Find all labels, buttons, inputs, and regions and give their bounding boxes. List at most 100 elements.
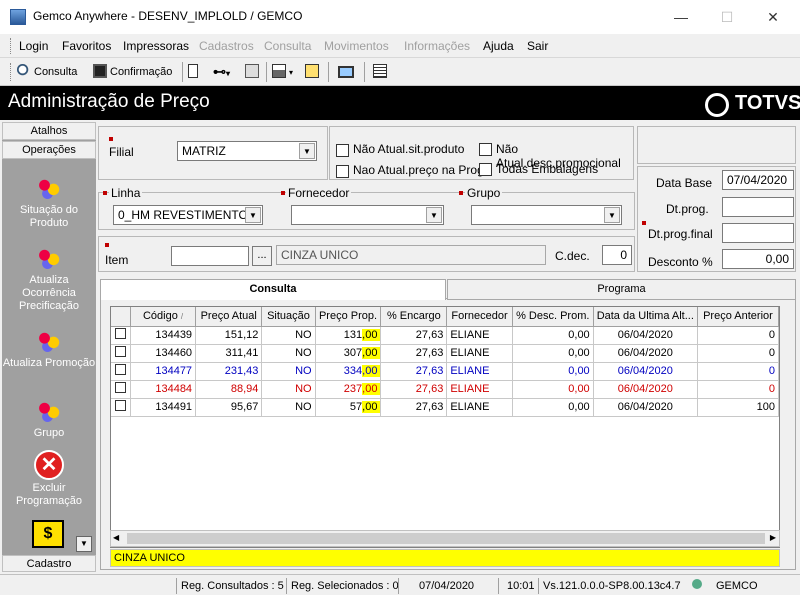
nao-atual-preco-progr-checkbox[interactable] — [336, 165, 349, 178]
sidebar-item-situacao-produto[interactable]: Situação do Produto — [2, 174, 96, 230]
cell-preco-prop: 131,00 — [315, 326, 382, 345]
sort-icon: / — [180, 312, 184, 322]
cell-desc: 0,00 — [512, 344, 594, 363]
column-header-codigo[interactable]: Código / — [130, 307, 197, 327]
sidebar-item-atualiza-promocao[interactable]: Atualiza Promoção — [2, 327, 96, 370]
new-document-button[interactable] — [188, 62, 202, 82]
close-button[interactable]: ✕ — [758, 6, 788, 28]
cell-codigo: 134491 — [130, 398, 197, 417]
dtprogfinal-input[interactable] — [722, 223, 794, 243]
linha-select[interactable]: 0_HM REVESTIMENTO ▼ — [113, 205, 263, 225]
cell-fornecedor: ELIANE — [446, 344, 513, 363]
menu-movimentos[interactable]: Movimentos — [324, 39, 389, 53]
item-code-input[interactable] — [171, 246, 249, 266]
consulta-label: Consulta — [34, 66, 78, 78]
menu-login[interactable]: Login — [19, 39, 48, 53]
cell-desc: 0,00 — [512, 398, 594, 417]
todas-embalagens-checkbox[interactable] — [479, 163, 492, 176]
cell-codigo: 134439 — [130, 326, 197, 345]
nao-atual-sit-produto-label: Não Atual.sit.produto — [353, 142, 465, 156]
screen-button[interactable] — [338, 62, 357, 82]
menu-informacoes[interactable]: Informações — [404, 39, 470, 53]
cell-preco-atual: 88,94 — [195, 380, 263, 399]
scroll-left-icon[interactable]: ◀ — [113, 533, 119, 542]
menu-consulta[interactable]: Consulta — [264, 39, 311, 53]
money-icon[interactable]: $ — [32, 520, 64, 548]
cell-data: 06/04/2020 — [593, 326, 698, 345]
filial-select[interactable]: MATRIZ ▼ — [177, 141, 317, 161]
nao-atual-desc-promocional-checkbox[interactable] — [479, 143, 492, 156]
cubes-icon — [34, 174, 64, 202]
sidebar-tab-atalhos[interactable]: Atalhos — [2, 122, 96, 140]
menu-sair[interactable]: Sair — [527, 39, 548, 53]
filial-label: Filial — [109, 145, 134, 159]
status-version: Vs.121.0.0.0-SP8.00.13c4.7 — [538, 578, 688, 594]
column-header-encargo[interactable]: % Encargo — [380, 307, 448, 327]
row-checkbox[interactable] — [115, 382, 127, 393]
cell-encargo: 27,63 — [380, 344, 448, 363]
todas-embalagens-label: Todas Embalagens — [496, 162, 599, 176]
preco-prop-integer: 237 — [343, 383, 363, 395]
table-row[interactable]: 134484 88,94 NO 237,00 27,63 ELIANE 0,00 06/04/… — [111, 380, 779, 399]
database-input[interactable]: 07/04/2020 — [722, 170, 794, 190]
dtprog-input[interactable] — [722, 197, 794, 217]
fornecedor-select[interactable]: ▼ — [291, 205, 444, 225]
menu-cadastros[interactable]: Cadastros — [199, 39, 254, 53]
preco-prop-decimal: ,00 — [362, 365, 381, 377]
minimize-button[interactable]: — — [666, 6, 696, 28]
scroll-right-icon[interactable]: ▶ — [770, 533, 776, 542]
cell-situacao: NO — [261, 326, 316, 345]
cubes-icon — [34, 397, 64, 425]
chevron-down-icon: ▼ — [604, 207, 620, 223]
table-row[interactable]: 134439 151,12 NO 131,00 27,63 ELIANE 0,00 06/04… — [111, 326, 779, 345]
horizontal-scrollbar[interactable]: ◀ ▶ — [110, 530, 780, 547]
cell-fornecedor: ELIANE — [446, 326, 513, 345]
row-checkbox[interactable] — [115, 364, 127, 375]
consulta-button[interactable]: Consulta — [17, 62, 77, 82]
table-row[interactable]: 134460 311,41 NO 307,00 27,63 ELIANE 0,00 06/04… — [111, 344, 779, 363]
sidebar-item-grupo[interactable]: Grupo — [2, 397, 96, 440]
chevron-down-icon: ▼ — [426, 207, 442, 223]
column-header-data-ultima-alt[interactable]: Data da Ultima Alt... — [593, 307, 698, 327]
grupo-select[interactable]: ▼ — [471, 205, 622, 225]
scrollbar-thumb[interactable] — [127, 533, 765, 544]
confirmacao-button[interactable]: Confirmação — [93, 62, 172, 82]
cdec-input[interactable]: 0 — [602, 245, 632, 265]
cell-preco-prop: 334,00 — [315, 362, 382, 381]
row-checkbox[interactable] — [115, 328, 127, 339]
tab-consulta[interactable]: Consulta — [100, 279, 446, 300]
sidebar-item-excluir-programacao[interactable]: ✕ Excluir Programação — [2, 450, 96, 508]
row-checkbox[interactable] — [115, 346, 127, 357]
print-button[interactable]: ▾ — [272, 62, 293, 82]
table-row[interactable]: 134491 95,67 NO 57,00 27,63 ELIANE 0,00 06/04/2… — [111, 398, 779, 417]
settings-button[interactable] — [305, 62, 322, 82]
sidebar-tab-operacoes[interactable]: Operações — [2, 141, 96, 159]
cell-preco-atual: 231,43 — [195, 362, 263, 381]
item-lookup-button[interactable]: ... — [252, 246, 272, 266]
column-header-fornecedor[interactable]: Fornecedor — [446, 307, 513, 327]
sidebar-scroll-down-button[interactable]: ▼ — [76, 536, 92, 552]
menu-ajuda[interactable]: Ajuda — [483, 39, 514, 53]
sidebar: Atalhos Operações Situação do Produto At… — [2, 122, 96, 572]
column-header-situacao[interactable]: Situação — [261, 307, 316, 327]
menu-impressoras[interactable]: Impressoras — [123, 39, 189, 53]
sidebar-tab-cadastro[interactable]: Cadastro — [2, 555, 96, 572]
row-checkbox[interactable] — [115, 400, 127, 411]
column-header-preco-anterior[interactable]: Preço Anterior — [697, 307, 779, 327]
maximize-button[interactable]: ☐ — [712, 6, 742, 28]
find-button[interactable]: ⊷▾ — [213, 62, 230, 82]
export-button[interactable] — [245, 62, 262, 82]
table-row[interactable]: 134477 231,43 NO 334,00 27,63 ELIANE 0,00 06/04… — [111, 362, 779, 381]
tab-programa[interactable]: Programa — [447, 279, 796, 300]
sidebar-item-atualiza-ocorrencia[interactable]: Atualiza Ocorrência Precificação — [2, 244, 96, 313]
column-header-desc-prom[interactable]: % Desc. Prom. — [512, 307, 594, 327]
cell-preco-prop: 307,00 — [315, 344, 382, 363]
nao-atual-sit-produto-checkbox[interactable] — [336, 144, 349, 157]
menu-favoritos[interactable]: Favoritos — [62, 39, 111, 53]
desconto-input[interactable]: 0,00 — [722, 249, 794, 269]
column-header-preco-atual[interactable]: Preço Atual — [195, 307, 263, 327]
cell-encargo: 27,63 — [380, 326, 448, 345]
desconto-label: Desconto % — [648, 255, 713, 269]
column-header-preco-prop[interactable]: Preço Prop. — [315, 307, 382, 327]
calendar-button[interactable] — [373, 62, 390, 82]
